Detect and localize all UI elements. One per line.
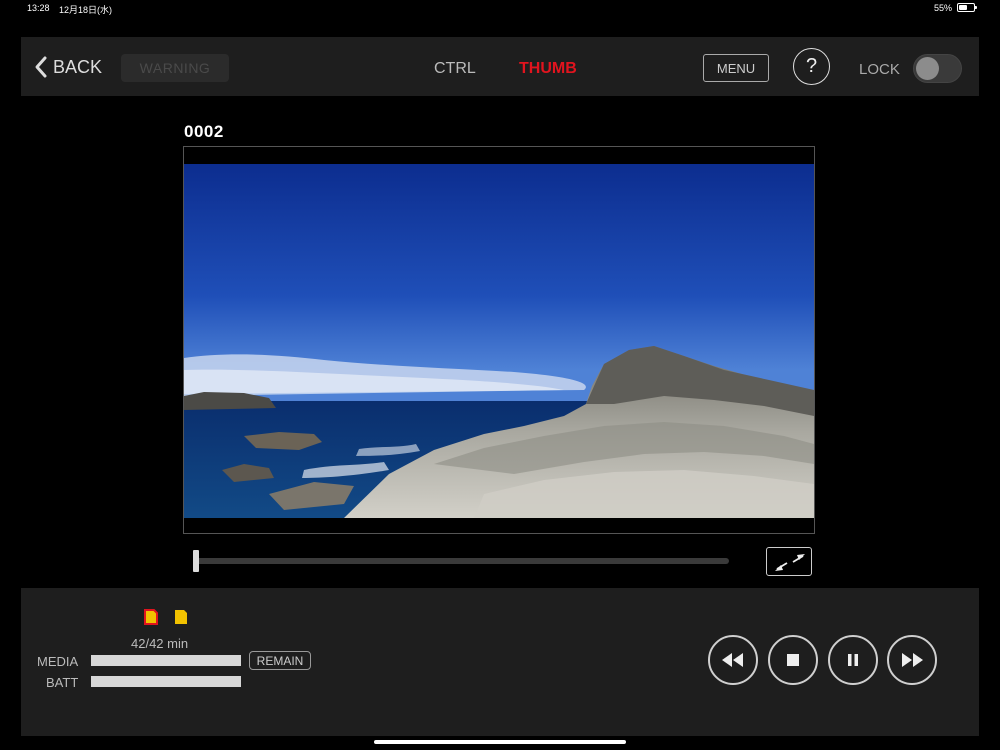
- sd-card-icon[interactable]: [174, 609, 188, 625]
- media-level-bar: [91, 655, 241, 666]
- expand-arrows-icon: [775, 554, 805, 571]
- status-date: 12月18日(水): [59, 5, 113, 15]
- sd-card-icon[interactable]: [144, 609, 158, 625]
- lock-toggle-knob: [916, 57, 939, 80]
- status-bar: 13:28 12月18日(水) 55%: [0, 0, 1000, 16]
- status-time: 13:28: [27, 3, 50, 13]
- tab-thumb[interactable]: THUMB: [519, 60, 577, 78]
- stop-button[interactable]: [768, 635, 818, 685]
- lock-label: LOCK: [859, 61, 900, 78]
- fast-forward-icon: [902, 653, 923, 667]
- clip-name: 0002: [184, 122, 224, 141]
- video-viewer[interactable]: [183, 146, 815, 534]
- fast-forward-button[interactable]: [887, 635, 937, 685]
- home-indicator[interactable]: [374, 740, 626, 744]
- status-battery-percent: 55%: [933, 3, 952, 13]
- remain-button[interactable]: REMAIN: [249, 651, 311, 670]
- battery-level-bar: [91, 676, 241, 687]
- video-frame-image: [184, 164, 814, 518]
- seek-bar[interactable]: [193, 550, 729, 572]
- rewind-icon: [722, 653, 743, 667]
- tab-ctrl[interactable]: CTRL: [434, 60, 476, 78]
- help-button[interactable]: ?: [793, 48, 830, 85]
- stop-icon: [787, 654, 799, 666]
- back-button[interactable]: BACK: [31, 55, 102, 79]
- batt-label: BATT: [46, 675, 79, 690]
- pause-icon: [848, 654, 858, 666]
- back-label: BACK: [53, 56, 103, 77]
- pause-button[interactable]: [828, 635, 878, 685]
- bottom-panel: 42/42 min MEDIA REMAIN BATT: [21, 588, 979, 736]
- help-icon: ?: [805, 55, 818, 77]
- media-label: MEDIA: [37, 654, 79, 669]
- chevron-left-icon: [35, 56, 47, 78]
- seek-handle[interactable]: [193, 550, 199, 572]
- top-bar: BACK WARNING CTRL THUMB MENU ? LOCK: [21, 37, 979, 96]
- rewind-button[interactable]: [708, 635, 758, 685]
- menu-button[interactable]: MENU: [703, 54, 769, 82]
- fullscreen-button[interactable]: [766, 547, 812, 576]
- lock-toggle[interactable]: [913, 54, 962, 83]
- remain-time: 42/42 min: [131, 636, 189, 651]
- battery-icon: [957, 3, 977, 12]
- warning-button[interactable]: WARNING: [121, 54, 229, 82]
